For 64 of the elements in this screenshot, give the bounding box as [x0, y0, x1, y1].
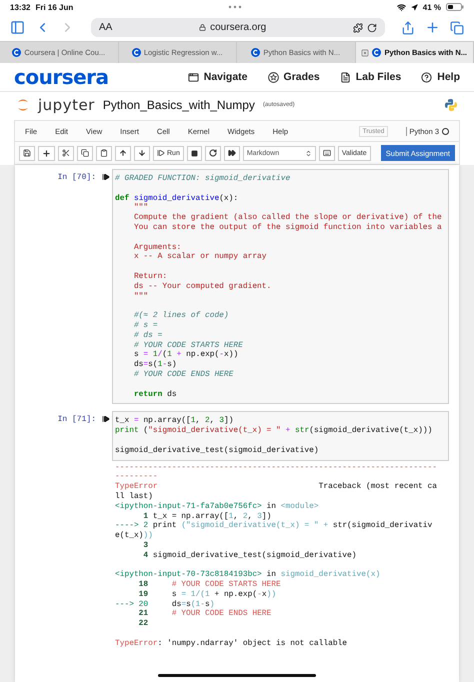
restart-button[interactable]	[204, 146, 221, 160]
arrow-up-icon	[119, 149, 127, 157]
nav-link[interactable]: Grades	[268, 71, 320, 83]
step-forward-icon	[157, 149, 165, 157]
move-up-button[interactable]	[115, 146, 131, 160]
plus-icon	[42, 148, 51, 158]
cell-prompt: In [71]:	[58, 415, 96, 426]
stop-icon	[190, 150, 198, 156]
arrow-down-icon	[138, 149, 146, 157]
move-down-button[interactable]	[134, 146, 150, 160]
paste-button[interactable]	[96, 146, 112, 160]
close-icon[interactable]	[361, 48, 370, 56]
star-icon	[268, 72, 279, 82]
battery-percent: 41 %	[422, 2, 441, 12]
code-cell[interactable]	[112, 169, 449, 404]
lock-icon	[199, 24, 206, 31]
favicon-icon	[132, 48, 141, 57]
cut-button[interactable]	[58, 146, 74, 160]
clock-time: 13:32	[10, 2, 30, 12]
extension-icon[interactable]	[353, 22, 364, 32]
address-bar[interactable]: AA coursera.org	[91, 18, 385, 37]
restart-icon	[208, 149, 217, 157]
battery-icon	[446, 3, 464, 11]
keyboard-button[interactable]	[318, 146, 335, 160]
copy-button[interactable]	[77, 146, 93, 160]
jupyter-wordmark: jupyter	[38, 96, 95, 114]
updown-caret-icon	[304, 150, 312, 156]
copy-icon	[81, 149, 89, 157]
add-cell-button[interactable]	[38, 146, 55, 160]
favicon-icon	[372, 48, 382, 57]
run-cell-icon[interactable]	[102, 415, 110, 424]
scissors-icon	[62, 149, 70, 157]
notebook-title[interactable]: Python_Basics_with_Numpy	[102, 98, 255, 112]
run-all-button[interactable]	[224, 146, 240, 160]
favicon-icon	[12, 48, 22, 57]
reload-icon[interactable]	[367, 22, 378, 32]
jupyter-logo-icon	[16, 96, 30, 112]
python-logo-icon	[444, 98, 458, 112]
clipboard-icon	[100, 149, 108, 157]
stop-button[interactable]	[186, 146, 202, 160]
cell-prompt: In [70]:	[58, 173, 96, 183]
site-logo[interactable]: coursera	[14, 65, 109, 89]
fast-forward-icon	[228, 149, 236, 157]
text-size-button[interactable]: AA	[99, 22, 112, 33]
save-icon	[23, 149, 31, 157]
nav-link[interactable]: Lab Files	[340, 71, 402, 83]
url-text: coursera.org	[210, 22, 266, 33]
document-icon	[340, 72, 351, 82]
tabs-icon[interactable]	[450, 20, 464, 34]
window-icon	[188, 72, 199, 82]
wifi-icon	[396, 2, 406, 12]
location-icon	[410, 4, 418, 10]
favicon-icon	[251, 48, 260, 57]
new-tab-icon[interactable]	[425, 20, 440, 35]
more-dots-icon	[228, 5, 242, 9]
run-cell-icon[interactable]	[102, 173, 110, 181]
nav-link[interactable]: Navigate	[188, 71, 248, 83]
save-button[interactable]	[19, 146, 35, 160]
nav-link[interactable]: Help	[421, 71, 460, 83]
share-icon[interactable]	[401, 20, 415, 34]
help-icon	[421, 72, 432, 82]
date: Fri 16 Jun	[35, 2, 74, 12]
keyboard-icon	[322, 149, 331, 157]
sidebar-icon[interactable]	[10, 20, 25, 35]
